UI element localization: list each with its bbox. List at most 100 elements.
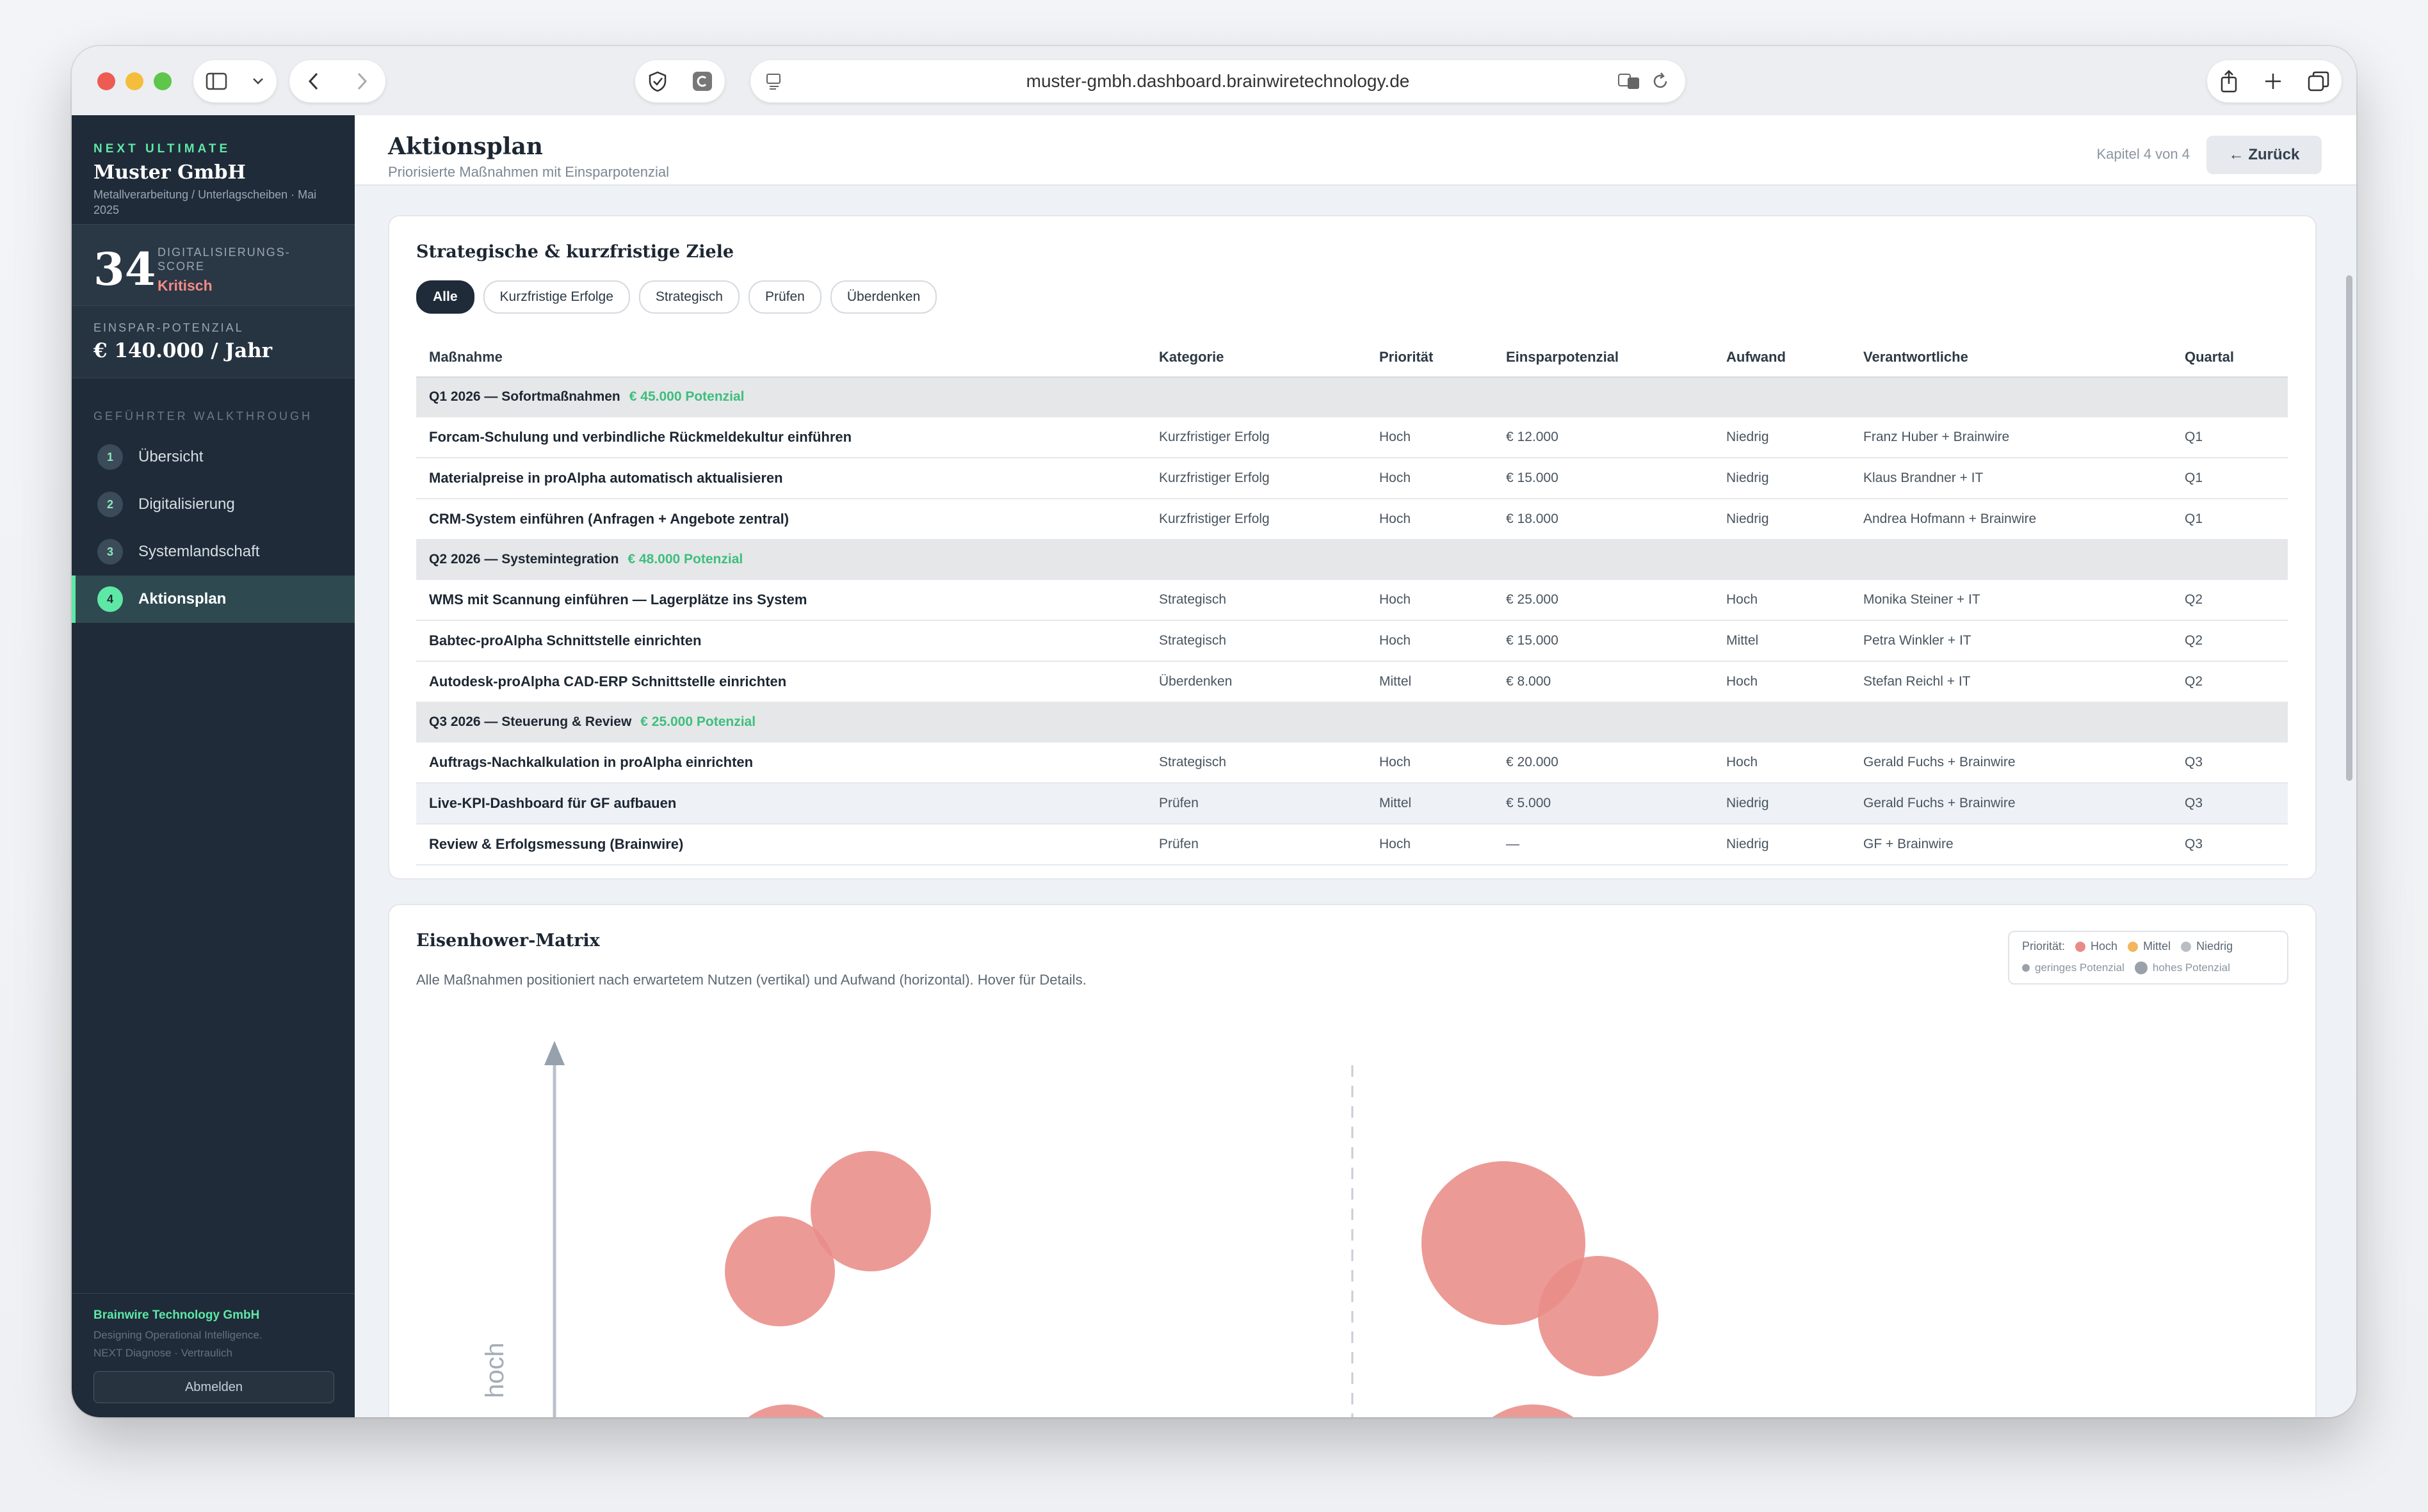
- translate-icon[interactable]: [1617, 72, 1640, 91]
- address-bar[interactable]: muster-gmbh.dashboard.brainwiretechnolog…: [750, 60, 1685, 102]
- browser-window: muster-gmbh.dashboard.brainwiretechnolog…: [72, 46, 2356, 1417]
- cell-verantwortliche: Stefan Reichl + IT: [1850, 661, 2172, 703]
- column-header[interactable]: Kategorie: [1146, 338, 1366, 378]
- nav-item-uebersicht[interactable]: 1 Übersicht: [72, 433, 355, 481]
- quarter-group-row: Q3 2026 — Steuerung & Review € 25.000 Pot…: [416, 702, 2288, 743]
- group-title: Q2 2026 — Systemintegration: [429, 552, 619, 567]
- matrix-bubble[interactable]: [724, 1404, 849, 1417]
- cell-massnahme: Autodesk-proAlpha CAD-ERP Schnittstelle …: [416, 661, 1146, 703]
- savings-label: EINSPAR-POTENZIAL: [93, 321, 244, 334]
- nav-item-aktionsplan[interactable]: 4 Aktionsplan: [72, 575, 359, 623]
- table-row[interactable]: Review & Erfolgsmessung (Brainwire) Prüf…: [416, 824, 2288, 865]
- column-header[interactable]: Quartal: [2172, 338, 2288, 378]
- back-arrow-icon[interactable]: [307, 72, 320, 91]
- y-axis-arrow: [544, 1041, 565, 1065]
- cell-verantwortliche: Andrea Hofmann + Brainwire: [1850, 499, 2172, 540]
- cell-quartal: Q3: [2172, 824, 2288, 865]
- table-row[interactable]: Autodesk-proAlpha CAD-ERP Schnittstelle …: [416, 661, 2288, 703]
- nav-item-digitalisierung[interactable]: 2 Digitalisierung: [72, 481, 355, 528]
- cell-kategorie: Kurzfristiger Erfolg: [1146, 417, 1366, 458]
- cell-massnahme: WMS mit Scannung einführen — Lagerplätze…: [416, 579, 1146, 621]
- table-row[interactable]: Materialpreise in proAlpha automatisch a…: [416, 458, 2288, 499]
- table-row[interactable]: Auftrags-Nachkalkulation in proAlpha ein…: [416, 742, 2288, 784]
- table-row[interactable]: Babtec-proAlpha Schnittstelle einrichten…: [416, 620, 2288, 662]
- filter-chip-kurzfristige-erfolge[interactable]: Kurzfristige Erfolge: [483, 280, 630, 314]
- cell-quartal: Q2: [2172, 620, 2288, 662]
- cell-einsparpotenzial: € 8.000: [1493, 661, 1713, 703]
- company-name: Muster GmbH: [93, 161, 246, 184]
- cell-massnahme: Review & Erfolgsmessung (Brainwire): [416, 824, 1146, 865]
- new-tab-icon[interactable]: [2263, 72, 2283, 91]
- minimize-window-button[interactable]: [125, 72, 143, 90]
- filter-chip-pruefen[interactable]: Prüfen: [748, 280, 821, 314]
- walkthrough-label: GEFÜHRTER WALKTHROUGH: [93, 410, 313, 422]
- group-title: Q1 2026 — Sofortmaßnahmen: [429, 389, 620, 404]
- back-button[interactable]: ← Zurück: [2206, 136, 2322, 174]
- cell-massnahme: Live-KPI-Dashboard für GF aufbauen: [416, 783, 1146, 824]
- cell-einsparpotenzial: € 5.000: [1493, 783, 1713, 824]
- filter-chip-strategisch[interactable]: Strategisch: [638, 280, 740, 314]
- sidebar-toggle-icon[interactable]: [206, 72, 227, 90]
- score-value: 34: [93, 243, 156, 296]
- matrix-bubble[interactable]: [725, 1216, 835, 1326]
- table-row[interactable]: Live-KPI-Dashboard für GF aufbauen Prüfe…: [416, 783, 2288, 824]
- table-row[interactable]: Forcam-Schulung und verbindliche Rückmel…: [416, 417, 2288, 458]
- sidebar-toggle-group[interactable]: [193, 60, 277, 102]
- nav-item-label: Übersicht: [138, 448, 204, 465]
- close-window-button[interactable]: [97, 72, 115, 90]
- group-potential: € 48.000 Potenzial: [627, 552, 743, 567]
- cell-prioritaet: Hoch: [1366, 458, 1493, 499]
- nav-item-label: Digitalisierung: [138, 495, 235, 513]
- column-header[interactable]: Aufwand: [1713, 338, 1850, 378]
- zoom-window-button[interactable]: [154, 72, 172, 90]
- table-row[interactable]: CRM-System einführen (Anfragen + Angebot…: [416, 499, 2288, 540]
- shield-check-icon[interactable]: [647, 70, 668, 92]
- cell-aufwand: Hoch: [1713, 661, 1850, 703]
- score-status: Kritisch: [158, 277, 213, 294]
- cell-aufwand: Niedrig: [1713, 824, 1850, 865]
- chevron-down-icon[interactable]: [252, 77, 264, 86]
- reload-icon[interactable]: [1651, 72, 1670, 91]
- group-heading: Q3 2026 — Steuerung & Review € 25.000 Pot…: [416, 702, 2288, 743]
- action-plan-card: Strategische & kurzfristige Ziele Alle K…: [388, 215, 2317, 880]
- cell-massnahme: Babtec-proAlpha Schnittstelle einrichten: [416, 620, 1146, 662]
- matrix-bubble[interactable]: [1538, 1256, 1658, 1376]
- cell-einsparpotenzial: € 25.000: [1493, 579, 1713, 621]
- footer-tagline: Designing Operational Intelligence. NEXT…: [93, 1326, 263, 1362]
- cell-prioritaet: Hoch: [1366, 499, 1493, 540]
- cell-aufwand: Niedrig: [1713, 458, 1850, 499]
- logout-button[interactable]: Abmelden: [93, 1371, 334, 1403]
- page-menu-icon[interactable]: [765, 72, 784, 91]
- forward-arrow-icon[interactable]: [355, 72, 368, 91]
- share-icon[interactable]: [2219, 70, 2238, 93]
- column-header[interactable]: Verantwortliche: [1850, 338, 2172, 378]
- matrix-bubble[interactable]: [1462, 1404, 1603, 1417]
- extensions-group: [635, 60, 725, 102]
- cell-massnahme: CRM-System einführen (Anfragen + Angebot…: [416, 499, 1146, 540]
- cell-quartal: Q1: [2172, 417, 2288, 458]
- sidebar: NEXT ULTIMATE Muster GmbH Metallverarbei…: [72, 115, 359, 1417]
- nav-item-systemlandschaft[interactable]: 3 Systemlandschaft: [72, 528, 355, 575]
- column-header[interactable]: Priorität: [1366, 338, 1493, 378]
- footer-tagline-text: Designing Operational Intelligence.: [93, 1329, 263, 1341]
- group-potential: € 45.000 Potenzial: [629, 389, 745, 404]
- quarter-group-row: Q2 2026 — Systemintegration € 48.000 Pote…: [416, 540, 2288, 580]
- column-header[interactable]: Maßnahme: [416, 338, 1146, 378]
- table-row[interactable]: WMS mit Scannung einführen — Lagerplätze…: [416, 579, 2288, 621]
- column-header[interactable]: Einsparpotenzial: [1493, 338, 1713, 378]
- plan-card-title: Strategische & kurzfristige Ziele: [416, 242, 734, 262]
- page-subtitle: Priorisierte Maßnahmen mit Einsparpotenz…: [388, 164, 669, 180]
- cell-verantwortliche: Monika Steiner + IT: [1850, 579, 2172, 621]
- tab-overview-icon[interactable]: [2308, 71, 2329, 92]
- digitalization-score: 34 DIGITALISIERUNGS-SCORE Kritisch: [72, 224, 355, 306]
- cell-kategorie: Kurzfristiger Erfolg: [1146, 458, 1366, 499]
- grammar-extension-icon[interactable]: [692, 70, 713, 92]
- filter-chip-ueberdenken[interactable]: Überdenken: [830, 280, 937, 314]
- filter-chip-alle[interactable]: Alle: [416, 280, 474, 314]
- page-scrollbar[interactable]: [2346, 275, 2352, 781]
- savings-value: € 140.000 / Jahr: [93, 339, 273, 362]
- matrix-plot: hoch: [481, 1041, 1658, 1417]
- window-actions-group: [2207, 60, 2342, 102]
- cell-massnahme: Materialpreise in proAlpha automatisch a…: [416, 458, 1146, 499]
- cell-prioritaet: Hoch: [1366, 824, 1493, 865]
